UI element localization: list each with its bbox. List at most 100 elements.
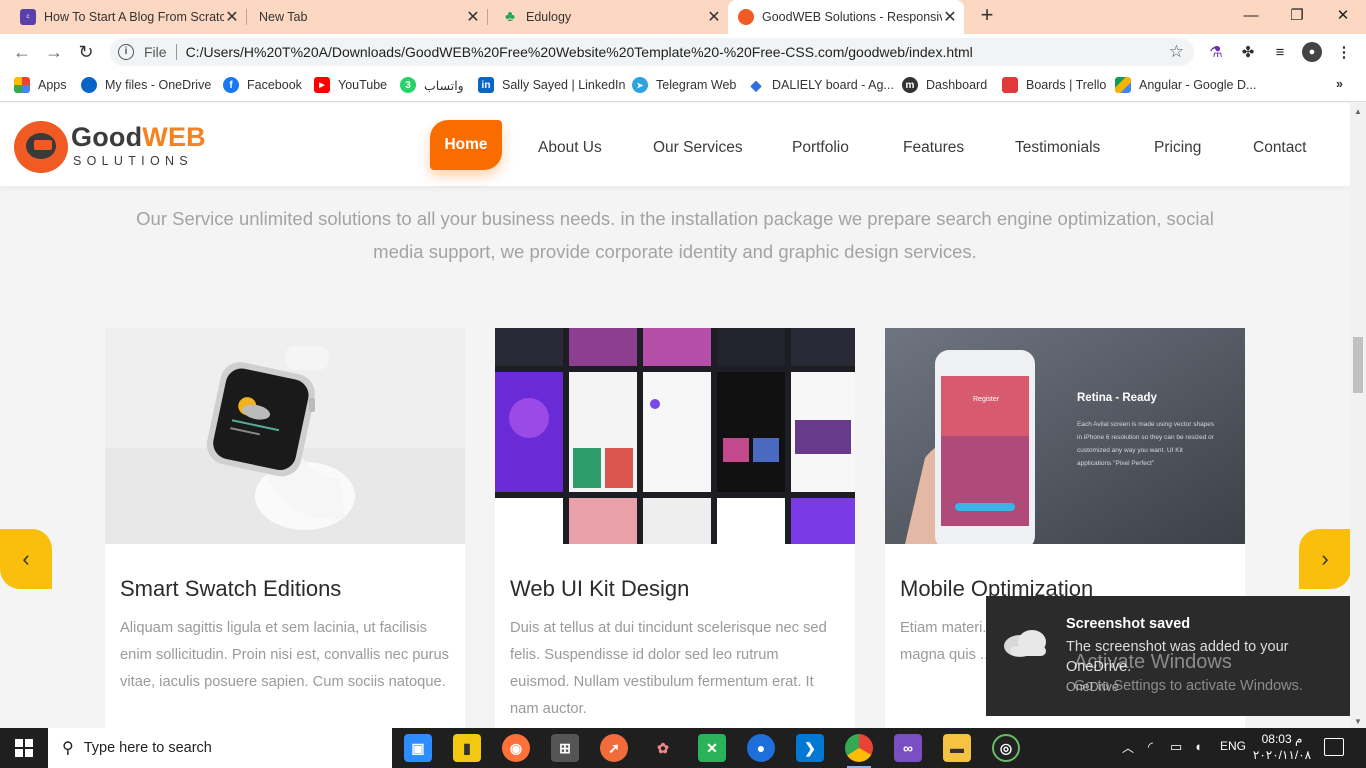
tab-title: GoodWEB Solutions - Responsive: [762, 10, 942, 24]
bookmark-linkedin[interactable]: in Sally Sayed | LinkedIn: [478, 77, 625, 93]
tab-title: Edulogy: [526, 10, 572, 24]
taskbar-clock[interactable]: 08:03 م ٢٠٢٠/١١/٠٨: [1252, 731, 1312, 763]
smartwatch-image: [105, 328, 465, 544]
close-icon[interactable]: ✕: [465, 7, 481, 27]
maximize-button[interactable]: ❐: [1274, 0, 1320, 30]
vscode-app-icon[interactable]: ❯: [796, 734, 824, 762]
start-button[interactable]: [0, 728, 48, 768]
tab-edulogy[interactable]: ♣ Edulogy ✕: [482, 0, 728, 34]
bookmark-label: واتساب: [424, 78, 464, 93]
bookmark-onedrive[interactable]: My files - OneDrive: [81, 77, 211, 93]
bookmark-label: Telegram Web: [656, 78, 737, 92]
agile-diamond-icon: ◆: [750, 76, 762, 93]
nav-about-us[interactable]: About Us: [538, 139, 602, 157]
file-explorer-app-icon[interactable]: ▬: [943, 734, 971, 762]
chevron-right-icon: ›: [1321, 546, 1329, 571]
address-bar[interactable]: i File C:/Users/H%20T%20A/Downloads/Good…: [110, 38, 1194, 66]
close-icon[interactable]: ✕: [942, 7, 958, 27]
scheme-label: File: [144, 44, 167, 60]
tab-how-to-start-a-blog[interactable]: c How To Start A Blog From Scratch ✕: [0, 0, 246, 34]
nav-contact[interactable]: Contact: [1253, 139, 1306, 157]
nav-testimonials[interactable]: Testimonials: [1015, 139, 1100, 157]
bookmark-apps[interactable]: Apps: [14, 77, 67, 93]
language-indicator[interactable]: ENG: [1220, 739, 1246, 753]
scrollbar-thumb[interactable]: [1353, 337, 1363, 393]
bookmark-telegram[interactable]: ➤ Telegram Web: [632, 77, 736, 93]
volume-icon[interactable]: ◖: [1194, 739, 1202, 754]
microsoft-store-app-icon[interactable]: ⊞: [551, 734, 579, 762]
bookmark-angular-drive[interactable]: Angular - Google D...: [1115, 77, 1256, 93]
visual-studio-app-icon[interactable]: ∞: [894, 734, 922, 762]
toast-title: Screenshot saved: [1066, 616, 1191, 632]
apps-grid-icon: [14, 77, 30, 93]
watermark-subtitle: Go to Settings to activate Windows.: [1074, 678, 1303, 694]
scroll-up-arrow-icon[interactable]: ▲: [1354, 107, 1362, 116]
overlay-heading: Retina - Ready: [1077, 392, 1157, 404]
info-icon[interactable]: i: [118, 44, 134, 60]
extensions-puzzle-icon[interactable]: ✤: [1238, 42, 1258, 62]
firefox-app-icon[interactable]: ◉: [502, 734, 530, 762]
logo-tagline: SOLUTIONS: [73, 154, 193, 168]
linkedin-icon: in: [478, 77, 494, 93]
browser-tab-strip: c How To Start A Blog From Scratch ✕ New…: [0, 0, 1366, 34]
nav-features[interactable]: Features: [903, 139, 964, 157]
activate-windows-watermark: Activate Windows Go to Settings to activ…: [1074, 651, 1303, 694]
new-tab-button[interactable]: +: [976, 4, 998, 27]
paint-app-icon[interactable]: ✿: [649, 734, 677, 762]
overlay-body: Each Avilal screen is made using vector …: [1077, 421, 1215, 467]
service-card[interactable]: Smart Swatch Editions Aliquam sagittis l…: [105, 328, 465, 728]
service-card[interactable]: Web UI Kit Design Duis at tellus at dui …: [495, 328, 855, 728]
maps-app-icon[interactable]: ●: [747, 734, 775, 762]
tab-new-tab[interactable]: New Tab ✕: [241, 0, 487, 34]
action-center-icon[interactable]: [1324, 738, 1344, 756]
wifi-icon[interactable]: ◜: [1148, 739, 1153, 755]
bookmark-label: My files - OneDrive: [105, 78, 212, 92]
chrome-app-icon[interactable]: [845, 734, 873, 768]
taskbar-search-box[interactable]: ⚲ Type here to search: [48, 728, 392, 768]
carousel-prev-button[interactable]: ‹: [0, 529, 52, 589]
goodweb-favicon-icon: [738, 9, 754, 25]
bookmark-youtube[interactable]: ▶ YouTube: [314, 77, 387, 93]
bookmark-label: YouTube: [338, 78, 388, 92]
page-scrollbar[interactable]: ▲ ▼: [1350, 103, 1366, 728]
bookmark-whatsapp[interactable]: 3 واتساب: [400, 77, 464, 93]
nav-portfolio[interactable]: Portfolio: [792, 139, 849, 157]
bookmark-facebook[interactable]: f Facebook: [223, 77, 302, 93]
scroll-down-arrow-icon[interactable]: ▼: [1354, 717, 1362, 726]
nav-our-services[interactable]: Our Services: [653, 139, 743, 157]
card-title: Smart Swatch Editions: [120, 576, 342, 601]
extension-flask-icon[interactable]: ⚗: [1206, 42, 1226, 62]
back-button[interactable]: ←: [10, 40, 34, 64]
profile-avatar[interactable]: ●: [1302, 42, 1322, 62]
close-window-button[interactable]: ✕: [1320, 0, 1366, 30]
tab-title: How To Start A Blog From Scratch: [44, 10, 224, 24]
zoom-app-icon[interactable]: ▣: [404, 734, 432, 762]
excel-like-app-icon[interactable]: ✕: [698, 734, 726, 762]
goodweb-logo[interactable]: GoodWEB SOLUTIONS: [14, 119, 206, 175]
nav-pricing[interactable]: Pricing: [1154, 139, 1201, 157]
camera-app-icon[interactable]: ◎: [992, 734, 1020, 762]
close-icon[interactable]: ✕: [224, 7, 240, 27]
bookmarks-overflow-chevron-icon[interactable]: »: [1336, 77, 1343, 91]
swift-app-icon[interactable]: ➚: [600, 734, 628, 762]
close-icon[interactable]: ✕: [706, 7, 722, 27]
minimize-button[interactable]: —: [1228, 0, 1274, 30]
phone-screen-label: Register: [973, 396, 1000, 403]
forward-button[interactable]: →: [42, 40, 66, 64]
power-bi-app-icon[interactable]: ▮: [453, 734, 481, 762]
bookmark-dashboard[interactable]: m Dashboard: [902, 77, 987, 93]
menu-kebab-icon[interactable]: ⋮: [1334, 42, 1354, 62]
bookmark-label: Facebook: [247, 78, 302, 92]
battery-icon[interactable]: ▭: [1170, 739, 1182, 755]
tray-chevron-up-icon[interactable]: ︿: [1122, 739, 1134, 756]
bookmarks-bar: Apps My files - OneDrive f Facebook ▶ YouT…: [0, 70, 1366, 102]
carousel-next-button[interactable]: ›: [1299, 529, 1351, 589]
reload-button[interactable]: ↻: [74, 40, 98, 64]
nav-home[interactable]: Home: [430, 120, 502, 170]
google-drive-icon: [1115, 77, 1131, 93]
bookmark-star-icon[interactable]: ☆: [1169, 42, 1184, 62]
media-queue-icon[interactable]: ≡: [1270, 42, 1290, 62]
bookmark-trello[interactable]: Boards | Trello: [1002, 77, 1106, 93]
tab-goodweb-solutions[interactable]: GoodWEB Solutions - Responsive ✕: [728, 0, 964, 34]
bookmark-daliely[interactable]: ◆ DALIELY board - Ag...: [748, 77, 894, 93]
